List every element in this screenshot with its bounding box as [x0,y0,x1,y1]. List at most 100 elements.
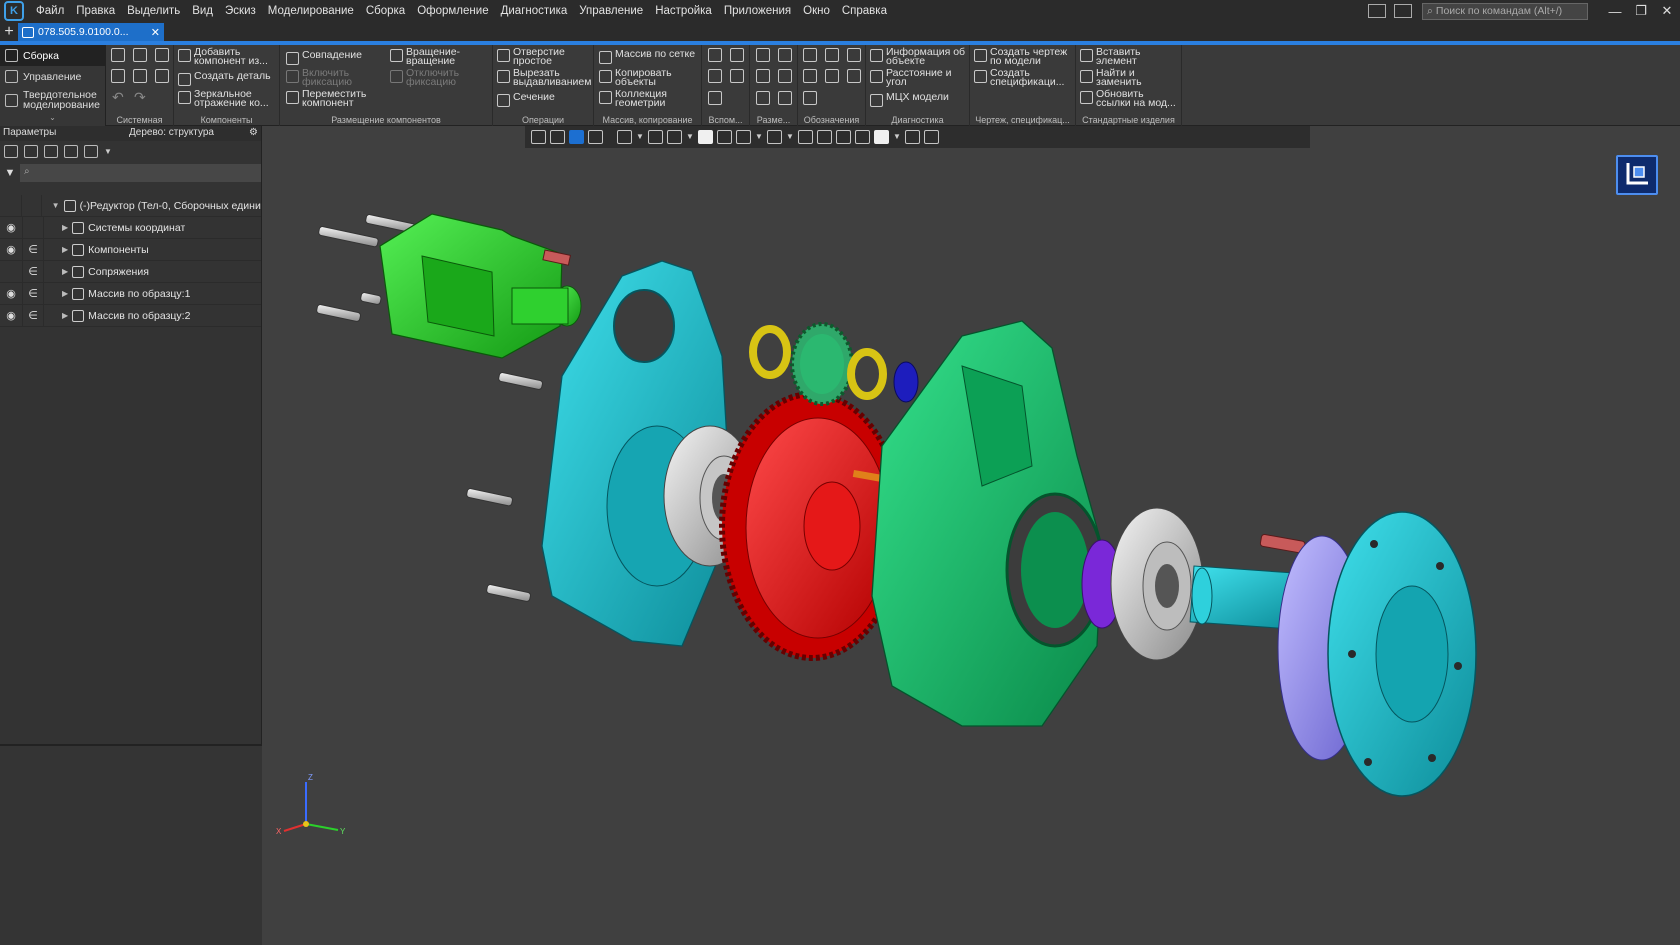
eye-icon[interactable]: ◉ [0,309,22,322]
find-replace-button[interactable]: Найти и заменить [1080,68,1180,87]
menu-item-0[interactable]: Файл [30,0,70,22]
expand-arrow-icon[interactable]: ▶ [62,245,68,254]
diameter-dim-icon[interactable] [778,48,792,62]
preview-icon[interactable] [133,69,147,83]
menu-item-4[interactable]: Эскиз [219,0,262,22]
radial-dim-icon[interactable] [756,69,770,83]
roughness-icon[interactable] [825,48,839,62]
mode-management[interactable]: Управление [0,66,105,87]
menu-item-12[interactable]: Окно [797,0,836,22]
eye-icon[interactable]: ◉ [0,221,22,234]
disable-fix-button[interactable]: Отключить фиксацию [390,68,470,87]
tree-search-input[interactable]: ⌕ [20,164,261,182]
copy-objects-button[interactable]: Копировать объекты [599,68,699,87]
simple-hole-button[interactable]: Отверстие простое [497,47,592,66]
screenshot-icon[interactable] [1394,4,1412,18]
minimize-button[interactable]: — [1602,4,1628,19]
aux-axis-icon[interactable] [730,48,744,62]
print-icon[interactable] [111,69,125,83]
menu-item-10[interactable]: Настройка [649,0,718,22]
undo-icon[interactable]: ↶ [112,89,124,106]
linear-dim-icon[interactable] [756,48,770,62]
close-tab-icon[interactable]: ✕ [151,26,160,39]
weld-icon[interactable] [825,69,839,83]
menu-item-8[interactable]: Диагностика [495,0,574,22]
position-icon[interactable] [803,91,817,105]
dim-settings-icon[interactable] [778,91,792,105]
object-info-button[interactable]: Информация об объекте [870,47,968,66]
create-drawing-button[interactable]: Создать чертеж по модели [974,47,1074,66]
modes-expand-icon[interactable]: ⌄ [0,113,105,122]
panel-settings-icon[interactable]: ⚙ [246,126,261,141]
history-tree-icon[interactable] [44,144,58,158]
close-window-button[interactable]: ✕ [1654,3,1680,19]
layout-icon[interactable] [1368,4,1386,18]
hierarchy-icon[interactable] [84,144,98,158]
menu-item-6[interactable]: Сборка [360,0,411,22]
inclusion-icon[interactable]: ∈ [22,282,44,305]
menu-item-2[interactable]: Выделить [121,0,186,22]
update-links-button[interactable]: Обновить ссылки на мод... [1080,89,1180,108]
coincide-button[interactable]: Совпадение [286,50,362,65]
menu-item-3[interactable]: Вид [186,0,219,22]
grid-array-button[interactable]: Массив по сетке [599,49,695,64]
distance-angle-button[interactable]: Расстояние и угол [870,68,968,87]
open-icon[interactable] [133,48,147,62]
extrude-cut-button[interactable]: Вырезать выдавливанием [497,68,592,87]
structure-tree-icon[interactable] [24,144,38,158]
redo-icon[interactable]: ↷ [134,89,146,106]
new-tab-button[interactable]: + [0,23,18,41]
eye-icon[interactable]: ◉ [0,243,22,256]
mark-icon[interactable] [847,69,861,83]
expand-arrow-icon[interactable]: ▶ [62,289,68,298]
green-adapter[interactable] [379,213,582,359]
mode-assembly[interactable]: Сборка [0,45,105,66]
filter-icon[interactable]: ▼ [0,167,20,179]
inclusion-icon[interactable]: ∈ [22,304,44,327]
expand-arrow-icon[interactable]: ▶ [62,267,68,276]
move-component-button[interactable]: Переместить компонент [286,89,376,108]
tree-options-dropdown-icon[interactable]: ▼ [104,147,112,156]
document-tab[interactable]: 078.505.9.0100.0... ✕ [18,23,164,41]
aux-cs-icon[interactable] [730,69,744,83]
menu-item-11[interactable]: Приложения [718,0,797,22]
rotate-rotate-button[interactable]: Вращение-вращение [390,47,470,66]
inclusion-icon[interactable]: ∈ [22,260,44,283]
eye-icon[interactable]: ◉ [0,287,22,300]
angle-dim-icon[interactable] [778,69,792,83]
tree-view-icon[interactable] [4,144,18,158]
pinion-gear[interactable] [790,322,854,406]
tree-row[interactable]: ◉ ∈ ▶ Массив по образцу:2 [0,304,261,327]
add-component-button[interactable]: Добавить компонент из... [178,47,278,66]
base-icon[interactable] [847,48,861,62]
aux-plane-icon[interactable] [708,48,722,62]
expand-arrow-icon[interactable]: ▶ [62,311,68,320]
menu-item-13[interactable]: Справка [836,0,893,22]
restore-button[interactable]: ❐ [1628,3,1654,19]
command-search-input[interactable]: ⌕ Поиск по командам (Alt+/) [1422,2,1588,20]
tree-row[interactable]: ◉ ∈ ▶ Массив по образцу:1 [0,282,261,305]
app-logo-icon[interactable]: K [4,1,24,21]
menu-item-7[interactable]: Оформление [411,0,494,22]
expand-arrow-icon[interactable]: ▼ [52,201,60,210]
tolerance-icon[interactable] [803,69,817,83]
group-icon[interactable] [64,144,78,158]
bearing-right[interactable] [1081,507,1204,661]
geometry-collection-button[interactable]: Коллекция геометрии [599,89,699,108]
expand-arrow-icon[interactable]: ▶ [62,223,68,232]
output-flange[interactable] [1277,511,1477,797]
section-button[interactable]: Сечение [497,92,555,107]
aux-point-icon[interactable] [708,69,722,83]
create-part-button[interactable]: Создать деталь [178,71,271,86]
mode-solid-modeling[interactable]: Твердотельное моделирование [0,87,105,113]
auto-dim-icon[interactable] [756,91,770,105]
menu-item-5[interactable]: Моделирование [262,0,360,22]
tree-row[interactable]: ◉ ▶ Системы координат [0,216,261,239]
tree-row[interactable]: ▼ (-)Редуктор (Тел-0, Сборочных едини... [0,194,261,217]
inclusion-cell[interactable] [22,216,44,239]
insert-element-button[interactable]: Вставить элемент [1080,47,1180,66]
menu-item-1[interactable]: Правка [70,0,121,22]
save-icon[interactable] [155,48,169,62]
new-doc-icon[interactable] [111,48,125,62]
leader-icon[interactable] [803,48,817,62]
